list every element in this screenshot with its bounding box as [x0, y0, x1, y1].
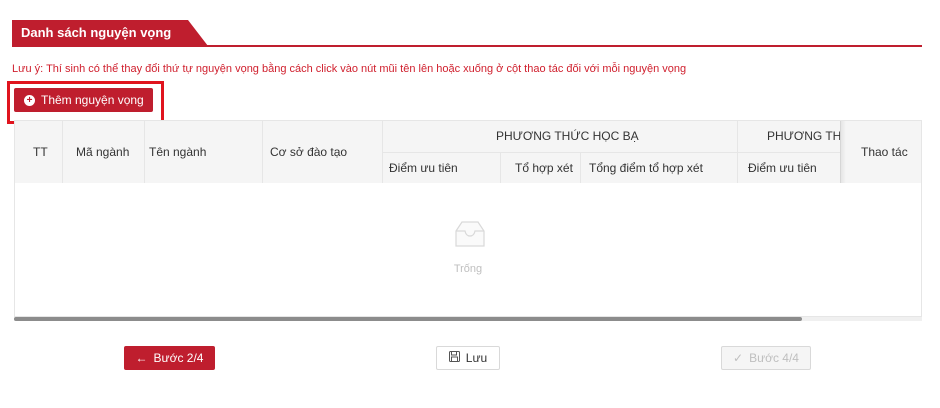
col-group-2: PHƯƠNG THỨ: [767, 129, 840, 143]
col-tt: TT: [33, 145, 48, 159]
col-diem-uu-tien-1: Điểm ưu tiên: [389, 161, 458, 175]
col-ten-nganh: Tên ngành: [149, 145, 207, 159]
wishes-table: TT Mã ngành Tên ngành Cơ sở đào tạo PHƯƠ…: [14, 120, 922, 317]
instruction-note: Lưu ý: Thí sinh có thể thay đổi thứ tự n…: [12, 63, 687, 75]
prev-step-label: Bước 2/4: [153, 351, 204, 365]
next-step-label: Bước 4/4: [749, 351, 799, 365]
inbox-icon: [451, 219, 489, 254]
next-step-button[interactable]: ✓ Bước 4/4: [721, 346, 811, 370]
col-tong-diem: Tổng điểm tổ hợp xét: [589, 161, 703, 175]
section-divider: [12, 45, 922, 47]
section-title: Danh sách nguyện vọng: [12, 20, 188, 46]
save-button[interactable]: Lưu: [436, 346, 500, 370]
save-label: Lưu: [465, 351, 488, 365]
scrollbar-thumb[interactable]: [14, 317, 802, 321]
col-ma-nganh: Mã ngành: [76, 145, 130, 159]
empty-text: Trống: [453, 263, 483, 275]
section-tab-tip: [188, 20, 208, 46]
col-group-hoc-ba: PHƯƠNG THỨC HỌC BẠ: [496, 129, 639, 143]
col-diem-uu-tien-2: Điểm ưu tiên: [748, 161, 817, 175]
prev-step-button[interactable]: ← Bước 2/4: [124, 346, 215, 370]
add-wish-button[interactable]: + Thêm nguyện vọng: [14, 88, 153, 112]
add-wish-label: Thêm nguyện vọng: [41, 93, 144, 107]
col-to-hop-xet: Tổ hợp xét: [515, 161, 573, 175]
section-header: Danh sách nguyện vọng: [12, 20, 922, 47]
arrow-left-icon: ←: [135, 351, 148, 365]
table-header: TT Mã ngành Tên ngành Cơ sở đào tạo PHƯƠ…: [15, 121, 921, 183]
save-icon: [448, 351, 460, 365]
col-co-so: Cơ sở đào tạo: [270, 145, 348, 159]
check-icon: ✓: [733, 351, 744, 365]
empty-state: Trống: [15, 183, 921, 316]
col-thao-tac: Thao tác: [861, 145, 908, 159]
horizontal-scrollbar[interactable]: [14, 317, 922, 321]
plus-circle-icon: +: [24, 94, 35, 106]
